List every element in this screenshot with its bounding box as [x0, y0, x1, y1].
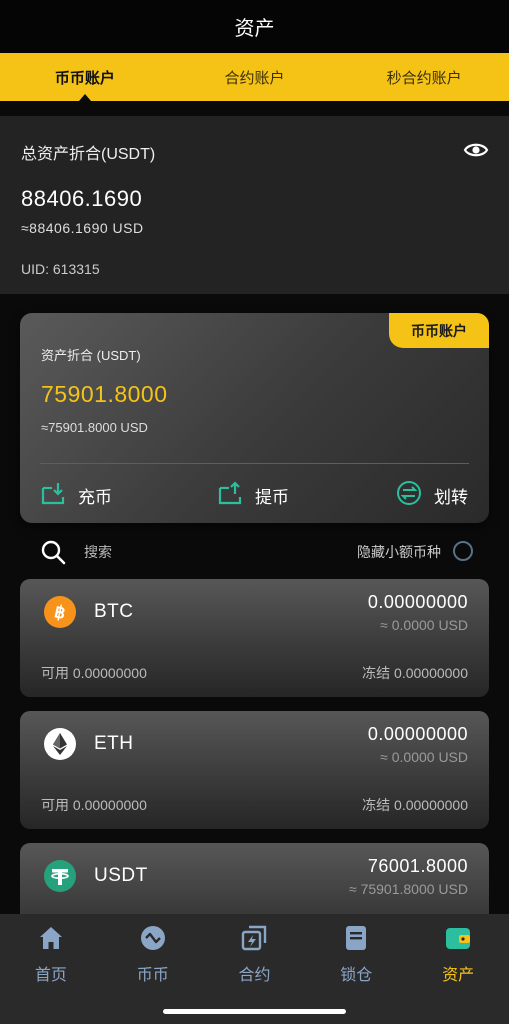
withdraw-button[interactable]: 提币 [217, 477, 289, 513]
deposit-icon [40, 480, 78, 511]
nav-label: 币币 [136, 967, 169, 984]
total-assets-summary: 总资产折合(USDT) 88406.1690 ≈88406.1690 USD U… [0, 116, 509, 294]
coin-symbol: USDT [94, 865, 148, 886]
account-assets-value: 75901.8000 [41, 381, 168, 407]
coin-available: 可用 0.00000000 [41, 797, 147, 813]
nav-item-lock-position[interactable]: 锁仓 [305, 914, 407, 1024]
nav-label: 首页 [34, 967, 67, 984]
home-icon [37, 924, 65, 957]
account-assets-usd: ≈75901.8000 USD [41, 420, 148, 435]
tab-second-contract-account[interactable]: 秒合约账户 [339, 53, 509, 101]
tab-contract-account[interactable]: 合约账户 [170, 53, 340, 101]
nav-item-assets[interactable]: 资产 [407, 914, 509, 1024]
coin-symbol: BTC [94, 601, 134, 622]
coin-available: 可用 0.00000000 [41, 665, 147, 681]
spot-account-card: 币币账户 资产折合 (USDT) 75901.8000 ≈75901.8000 … [20, 313, 489, 523]
coin-symbol: ETH [94, 733, 134, 754]
nav-label: 锁仓 [340, 967, 373, 984]
coin-amount: 0.00000000 [367, 592, 468, 612]
tab-label: 秒合约账户 [386, 69, 462, 87]
coin-amount: 0.00000000 [367, 724, 468, 744]
deposit-button[interactable]: 充币 [40, 477, 112, 513]
search-row: 搜索 隐藏小额币种 [0, 534, 509, 568]
withdraw-icon [217, 480, 255, 511]
eye-icon[interactable] [463, 140, 489, 160]
exchange-icon [139, 924, 167, 957]
nav-item-contract[interactable]: 合约 [204, 914, 306, 1024]
coin-usd-value: ≈ 0.0000 USD [380, 617, 468, 633]
account-badge: 币币账户 [389, 313, 489, 348]
coin-card-eth[interactable]: ETH 0.00000000 ≈ 0.0000 USD 可用 0.0000000… [20, 711, 489, 829]
active-tab-indicator [78, 94, 91, 101]
nav-label: 资产 [442, 967, 475, 984]
tab-label: 合约账户 [224, 69, 285, 87]
btc-icon: ฿ [44, 596, 76, 628]
nav-item-home[interactable]: 首页 [0, 914, 102, 1024]
tab-spot-account[interactable]: 币币账户 [0, 53, 170, 101]
tab-label: 币币账户 [54, 69, 115, 87]
total-assets-value: 88406.1690 [21, 186, 143, 211]
hide-small-label: 隐藏小额币种 [357, 544, 441, 560]
account-actions: 充币 提币 划转 [20, 477, 489, 513]
transfer-icon [396, 480, 434, 511]
lock-position-icon [342, 924, 370, 957]
coin-frozen: 冻结 0.00000000 [362, 797, 468, 813]
coin-frozen: 冻结 0.00000000 [362, 665, 468, 681]
withdraw-label: 提币 [255, 487, 289, 507]
transfer-label: 划转 [434, 487, 468, 507]
user-uid: UID: 613315 [21, 261, 100, 277]
search-icon[interactable] [40, 539, 66, 570]
account-tabs: 币币账户 合约账户 秒合约账户 [0, 53, 509, 101]
page-title: 资产 [234, 18, 275, 40]
hide-small-toggle[interactable] [453, 541, 473, 561]
contract-icon [240, 924, 268, 957]
total-assets-label: 总资产折合(USDT) [21, 146, 156, 163]
wallet-icon [444, 924, 472, 957]
eth-icon [44, 728, 76, 760]
coin-usd-value: ≈ 75901.8000 USD [349, 881, 468, 897]
total-assets-usd: ≈88406.1690 USD [21, 220, 144, 236]
coin-card-btc[interactable]: ฿ BTC 0.00000000 ≈ 0.0000 USD 可用 0.00000… [20, 579, 489, 697]
transfer-button[interactable]: 划转 [396, 477, 468, 513]
nav-label: 合约 [238, 967, 271, 984]
deposit-label: 充币 [78, 487, 112, 507]
svg-text:฿: ฿ [53, 602, 68, 623]
bottom-nav: 首页 币币 合约 锁仓 资产 [0, 914, 509, 1024]
account-assets-label: 资产折合 (USDT) [41, 348, 141, 363]
coin-usd-value: ≈ 0.0000 USD [380, 749, 468, 765]
nav-item-spot[interactable]: 币币 [102, 914, 204, 1024]
top-bar: 资产 [0, 0, 509, 53]
search-input[interactable]: 搜索 [84, 542, 112, 562]
card-divider [40, 463, 469, 464]
home-indicator [163, 1009, 346, 1014]
usdt-icon [44, 860, 76, 892]
coin-amount: 76001.8000 [367, 856, 468, 876]
